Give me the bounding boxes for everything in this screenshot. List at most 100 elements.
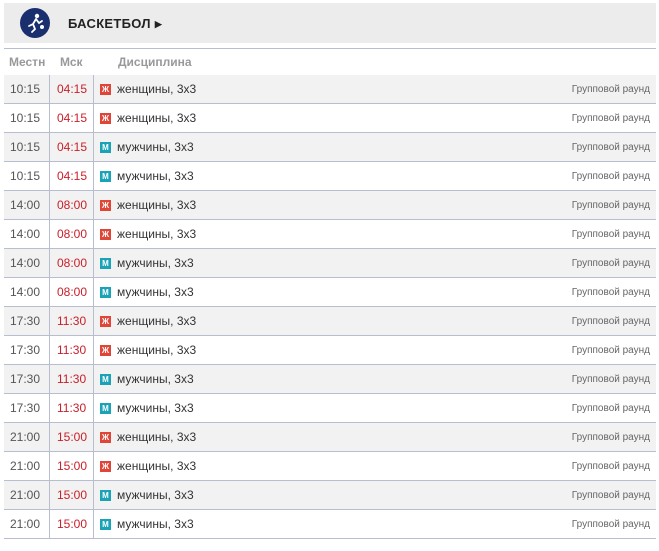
table-row[interactable]: 14:00 08:00 Ммужчины, 3х3 Групповой раунд	[4, 278, 656, 307]
stage-label: Групповой раунд	[571, 374, 650, 385]
msk-time: 15:00	[49, 481, 94, 509]
msk-time: 11:30	[49, 394, 94, 422]
stage-label: Групповой раунд	[571, 403, 650, 414]
discipline-name[interactable]: мужчины, 3х3	[117, 169, 194, 183]
local-time: 14:00	[10, 227, 41, 241]
discipline-name[interactable]: мужчины, 3х3	[117, 488, 194, 502]
msk-time: 11:30	[49, 336, 94, 364]
discipline-name[interactable]: женщины, 3х3	[117, 343, 196, 357]
msk-time: 08:00	[49, 278, 94, 306]
column-discipline: Дисциплина	[118, 55, 192, 69]
table-row[interactable]: 10:15 04:15 Жженщины, 3х3 Групповой раунд	[4, 75, 656, 104]
women-badge: Ж	[100, 84, 111, 95]
table-row[interactable]: 17:30 11:30 Ммужчины, 3х3 Групповой раунд	[4, 365, 656, 394]
table-row[interactable]: 21:00 15:00 Ммужчины, 3х3 Групповой раунд	[4, 481, 656, 510]
discipline-name[interactable]: женщины, 3х3	[117, 111, 196, 125]
local-time: 17:30	[10, 401, 41, 415]
stage-label: Групповой раунд	[571, 519, 650, 530]
discipline-name[interactable]: женщины, 3х3	[117, 459, 196, 473]
women-badge: Ж	[100, 113, 111, 124]
table-row[interactable]: 21:00 15:00 Ммужчины, 3х3 Групповой раунд	[4, 510, 656, 539]
column-local-time: Местн	[9, 55, 46, 69]
table-row[interactable]: 14:00 08:00 Жженщины, 3х3 Групповой раунд	[4, 191, 656, 220]
sport-title-text: БАСКЕТБОЛ	[68, 15, 151, 31]
local-time: 14:00	[10, 198, 41, 212]
msk-time: 15:00	[49, 510, 94, 538]
stage-label: Групповой раунд	[571, 461, 650, 472]
women-badge: Ж	[100, 461, 111, 472]
msk-time: 04:15	[49, 162, 94, 190]
table-row[interactable]: 10:15 04:15 Ммужчины, 3х3 Групповой раунд	[4, 133, 656, 162]
stage-label: Групповой раунд	[571, 258, 650, 269]
stage-label: Групповой раунд	[571, 200, 650, 211]
local-time: 10:15	[10, 169, 41, 183]
schedule-table: 10:15 04:15 Жженщины, 3х3 Групповой раунд 10…	[4, 75, 656, 539]
discipline-name[interactable]: мужчины, 3х3	[117, 517, 194, 531]
local-time: 17:30	[10, 314, 41, 328]
table-row[interactable]: 14:00 08:00 Ммужчины, 3х3 Групповой раунд	[4, 249, 656, 278]
discipline-name[interactable]: женщины, 3х3	[117, 430, 196, 444]
msk-time: 04:15	[49, 75, 94, 103]
table-row[interactable]: 10:15 04:15 Ммужчины, 3х3 Групповой раунд	[4, 162, 656, 191]
women-badge: Ж	[100, 200, 111, 211]
women-badge: Ж	[100, 432, 111, 443]
discipline-name[interactable]: мужчины, 3х3	[117, 140, 194, 154]
women-badge: Ж	[100, 345, 111, 356]
women-badge: Ж	[100, 229, 111, 240]
men-badge: М	[100, 490, 111, 501]
local-time: 10:15	[10, 111, 41, 125]
men-badge: М	[100, 519, 111, 530]
local-time: 21:00	[10, 517, 41, 531]
local-time: 21:00	[10, 488, 41, 502]
msk-time: 15:00	[49, 452, 94, 480]
discipline-name[interactable]: мужчины, 3х3	[117, 372, 194, 386]
local-time: 14:00	[10, 285, 41, 299]
stage-label: Групповой раунд	[571, 142, 650, 153]
men-badge: М	[100, 287, 111, 298]
msk-time: 11:30	[49, 307, 94, 335]
table-row[interactable]: 17:30 11:30 Ммужчины, 3х3 Групповой раунд	[4, 394, 656, 423]
sport-title-link[interactable]: БАСКЕТБОЛ ▶	[68, 16, 162, 31]
stage-label: Групповой раунд	[571, 490, 650, 501]
stage-label: Групповой раунд	[571, 287, 650, 298]
msk-time: 08:00	[49, 191, 94, 219]
discipline-name[interactable]: мужчины, 3х3	[117, 285, 194, 299]
table-row[interactable]: 17:30 11:30 Жженщины, 3х3 Групповой раунд	[4, 336, 656, 365]
local-time: 17:30	[10, 343, 41, 357]
table-row[interactable]: 10:15 04:15 Жженщины, 3х3 Групповой раунд	[4, 104, 656, 133]
table-row[interactable]: 17:30 11:30 Жженщины, 3х3 Групповой раунд	[4, 307, 656, 336]
table-row[interactable]: 21:00 15:00 Жженщины, 3х3 Групповой раунд	[4, 423, 656, 452]
stage-label: Групповой раунд	[571, 113, 650, 124]
msk-time: 04:15	[49, 133, 94, 161]
men-badge: М	[100, 374, 111, 385]
women-badge: Ж	[100, 316, 111, 327]
msk-time: 15:00	[49, 423, 94, 451]
discipline-name[interactable]: мужчины, 3х3	[117, 256, 194, 270]
discipline-name[interactable]: женщины, 3х3	[117, 82, 196, 96]
table-header: Местн Мск Дисциплина	[4, 48, 656, 76]
table-row[interactable]: 21:00 15:00 Жженщины, 3х3 Групповой раунд	[4, 452, 656, 481]
discipline-name[interactable]: мужчины, 3х3	[117, 401, 194, 415]
local-time: 10:15	[10, 82, 41, 96]
local-time: 21:00	[10, 459, 41, 473]
local-time: 21:00	[10, 430, 41, 444]
stage-label: Групповой раунд	[571, 84, 650, 95]
discipline-name[interactable]: женщины, 3х3	[117, 227, 196, 241]
msk-time: 08:00	[49, 249, 94, 277]
discipline-name[interactable]: женщины, 3х3	[117, 198, 196, 212]
msk-time: 04:15	[49, 104, 94, 132]
stage-label: Групповой раунд	[571, 345, 650, 356]
discipline-name[interactable]: женщины, 3х3	[117, 314, 196, 328]
stage-label: Групповой раунд	[571, 432, 650, 443]
arrow-right-icon: ▶	[154, 18, 163, 29]
msk-time: 11:30	[49, 365, 94, 393]
sport-header: БАСКЕТБОЛ ▶	[4, 3, 656, 43]
stage-label: Групповой раунд	[571, 316, 650, 327]
msk-time: 08:00	[49, 220, 94, 248]
local-time: 17:30	[10, 372, 41, 386]
column-msk-time: Мск	[60, 55, 83, 69]
table-row[interactable]: 14:00 08:00 Жженщины, 3х3 Групповой раунд	[4, 220, 656, 249]
men-badge: М	[100, 258, 111, 269]
stage-label: Групповой раунд	[571, 229, 650, 240]
basketball-player-icon	[20, 8, 50, 38]
